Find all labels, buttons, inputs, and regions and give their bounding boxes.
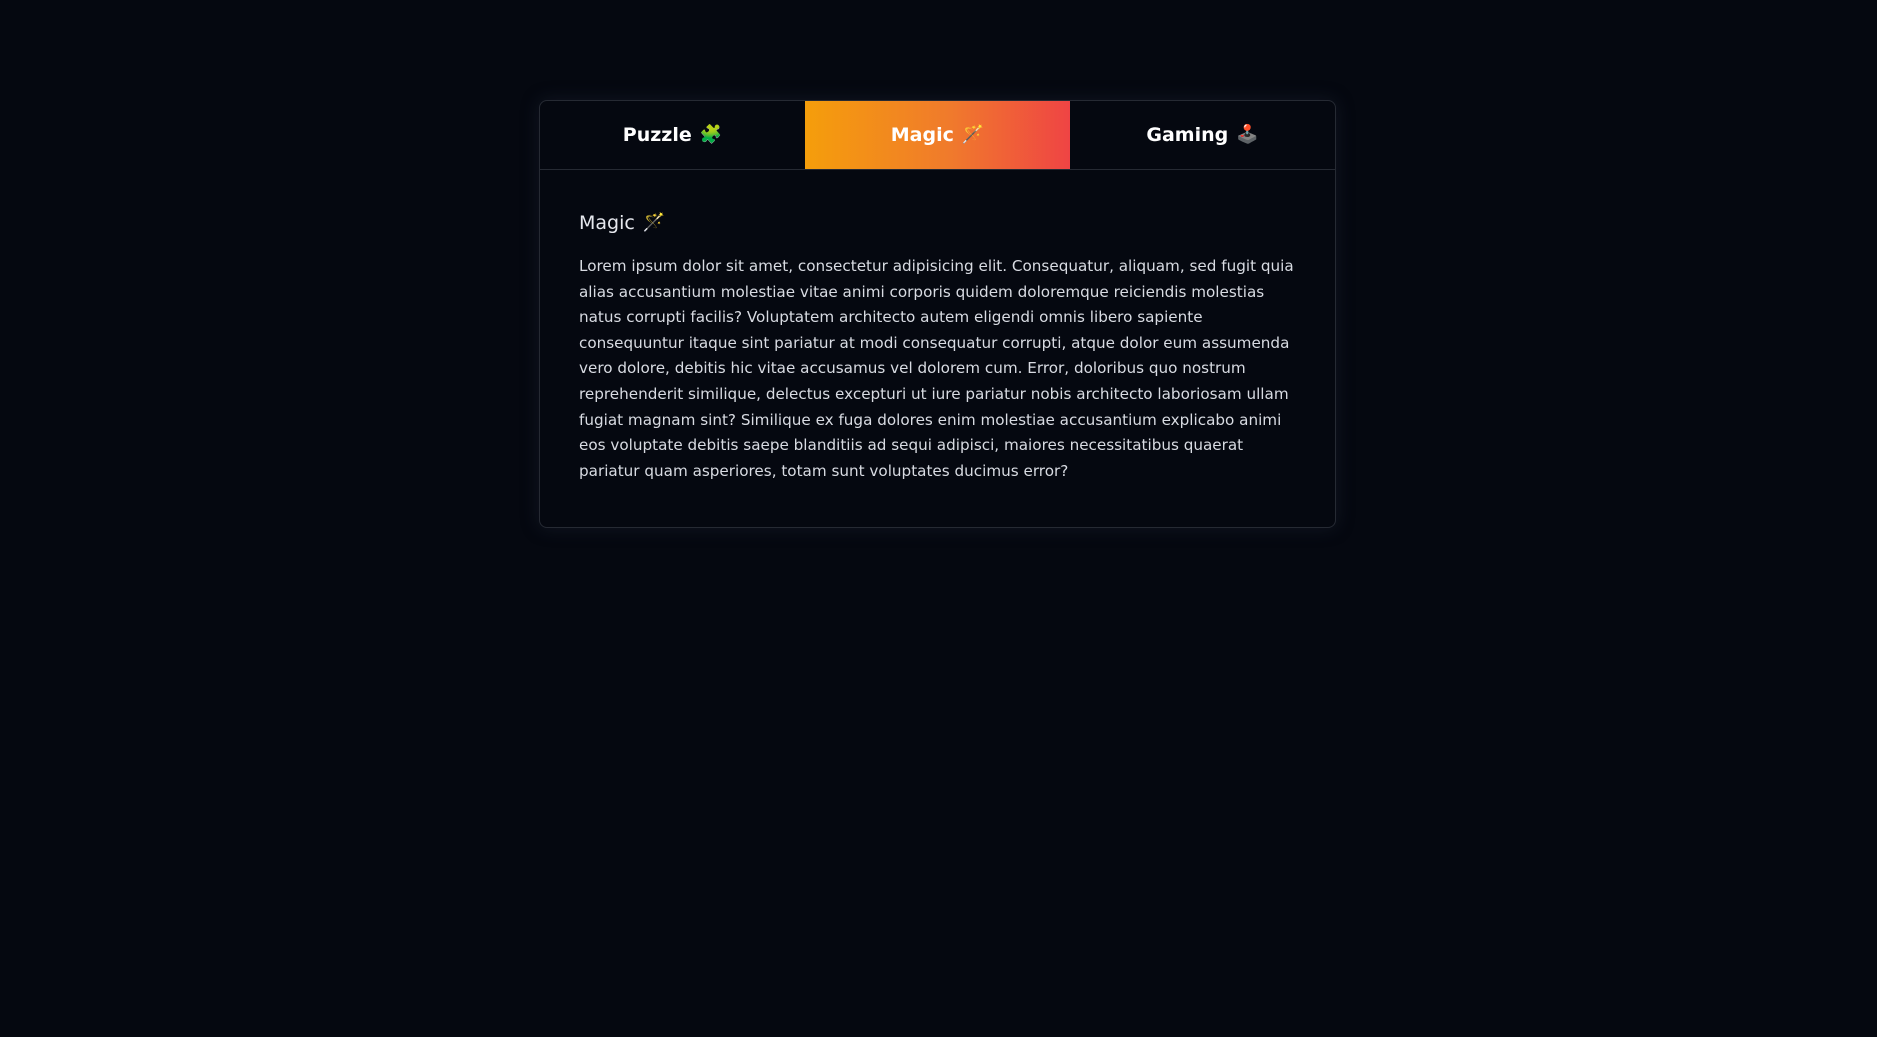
panel-title-text: Magic [579,212,635,234]
tab-magic[interactable]: Magic 🪄 [805,101,1070,169]
panel-body-text: Lorem ipsum dolor sit amet, consectetur … [579,257,1294,480]
tab-bar: Puzzle 🧩 Magic 🪄 Gaming 🕹️ [540,101,1335,170]
joystick-icon: 🕹️ [1236,124,1259,145]
tab-panel: Magic 🪄 Lorem ipsum dolor sit amet, cons… [540,170,1335,484]
tab-label: Gaming [1146,124,1229,146]
magic-wand-icon: 🪄 [642,212,666,233]
tabs-card: Puzzle 🧩 Magic 🪄 Gaming 🕹️ Magic 🪄 Lorem… [539,100,1336,528]
tab-gaming[interactable]: Gaming 🕹️ [1070,101,1335,169]
tab-label: Magic [890,124,954,146]
puzzle-piece-icon: 🧩 [699,124,723,145]
tab-puzzle[interactable]: Puzzle 🧩 [540,101,805,169]
magic-wand-icon: 🪄 [961,124,985,145]
tab-label: Puzzle [622,124,692,146]
panel-title: Magic 🪄 [579,212,1296,234]
